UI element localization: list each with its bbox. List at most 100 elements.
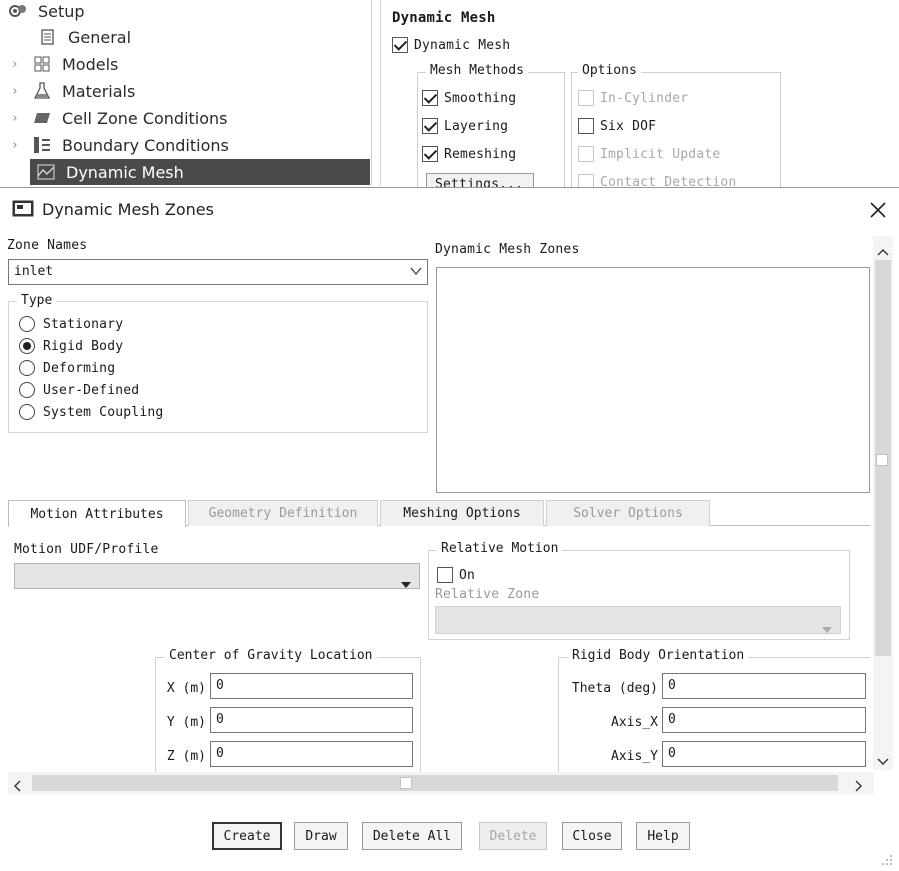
- checkbox-label: Remeshing: [444, 146, 517, 162]
- dynamic-mesh-icon: [34, 163, 58, 181]
- smoothing-checkbox[interactable]: Smoothing: [422, 90, 516, 106]
- radio-stationary[interactable]: Stationary: [19, 316, 123, 332]
- type-group: Type Stationary Rigid Body Deforming Use…: [8, 293, 428, 433]
- tree-item-setup[interactable]: Setup: [0, 0, 370, 24]
- implicit-update-checkbox[interactable]: Implicit Update: [578, 146, 720, 162]
- tree-item-models[interactable]: › Models: [0, 51, 370, 77]
- axis-y-label: Axis_Y: [611, 749, 658, 764]
- checkbox-box[interactable]: [392, 37, 408, 53]
- radio-button[interactable]: [19, 338, 35, 354]
- draw-button[interactable]: Draw: [294, 822, 348, 850]
- radio-user-defined[interactable]: User-Defined: [19, 382, 139, 398]
- close-icon[interactable]: [866, 198, 890, 222]
- checkbox-box[interactable]: [422, 146, 438, 162]
- radio-button[interactable]: [19, 316, 35, 332]
- scroll-down-icon[interactable]: [877, 752, 889, 771]
- tree-item-label: General: [68, 27, 132, 47]
- tree-item-label: Boundary Conditions: [62, 135, 229, 155]
- motion-udf-dropdown[interactable]: [14, 563, 420, 589]
- tab-strip: Motion Attributes Geometry Definition Me…: [8, 500, 870, 527]
- theta-input[interactable]: 0: [662, 673, 866, 699]
- zone-names-label: Zone Names: [7, 238, 88, 253]
- zones-listbox[interactable]: [436, 267, 870, 493]
- tree-item-label: Setup: [38, 1, 85, 21]
- tree-item-label: Cell Zone Conditions: [62, 108, 228, 128]
- horizontal-scrollbar[interactable]: [8, 772, 874, 794]
- tree-item-label: Models: [62, 54, 119, 74]
- relative-motion-group: Relative Motion On Relative Zone: [428, 541, 850, 640]
- checkbox-label: On: [459, 567, 476, 583]
- dialog-button-bar: Create Draw Delete All Delete Close Help: [0, 822, 899, 852]
- delete-button[interactable]: Delete: [479, 822, 547, 850]
- checkbox-box[interactable]: [437, 567, 453, 583]
- cell-zone-icon: [30, 109, 54, 127]
- radio-button[interactable]: [19, 360, 35, 376]
- tab-solver-options[interactable]: Solver Options: [546, 500, 710, 526]
- checkbox-label: Six DOF: [600, 118, 657, 134]
- relative-zone-dropdown[interactable]: [435, 606, 841, 634]
- zone-names-dropdown[interactable]: inlet: [8, 259, 428, 285]
- scrollbar-thumb[interactable]: [32, 775, 838, 791]
- tab-meshing-options[interactable]: Meshing Options: [380, 500, 544, 526]
- tree-item-materials[interactable]: › Materials: [0, 78, 370, 104]
- checkbox-box[interactable]: [422, 118, 438, 134]
- radio-system-coupling[interactable]: System Coupling: [19, 404, 163, 420]
- cog-z-input[interactable]: 0: [210, 741, 413, 767]
- checkbox-label: Implicit Update: [600, 146, 721, 162]
- delete-all-button[interactable]: Delete All: [362, 822, 462, 850]
- close-button[interactable]: Close: [562, 822, 622, 850]
- group-title: Mesh Methods: [426, 63, 528, 78]
- dropdown-arrow-icon: [822, 618, 832, 637]
- radio-deforming[interactable]: Deforming: [19, 360, 115, 376]
- tab-motion-attributes[interactable]: Motion Attributes: [8, 500, 186, 527]
- tree-item-dynamic-mesh[interactable]: Dynamic Mesh: [30, 159, 370, 185]
- checkbox-box[interactable]: [422, 90, 438, 106]
- radio-label: Stationary: [43, 316, 124, 332]
- cog-y-input[interactable]: 0: [210, 707, 413, 733]
- tree-item-cell-zone-conditions[interactable]: › Cell Zone Conditions: [0, 105, 370, 131]
- chevron-right-icon[interactable]: ›: [8, 111, 22, 126]
- dynamic-mesh-checkbox[interactable]: Dynamic Mesh: [392, 37, 510, 53]
- tree-item-general[interactable]: General: [0, 24, 370, 50]
- tab-geometry-definition[interactable]: Geometry Definition: [188, 500, 378, 526]
- in-cylinder-checkbox[interactable]: In-Cylinder: [578, 90, 688, 106]
- relative-zone-label: Relative Zone: [435, 587, 540, 602]
- group-title: Type: [17, 293, 57, 308]
- chevron-down-icon: [409, 264, 423, 282]
- dialog-app-icon: [12, 200, 34, 217]
- help-button[interactable]: Help: [636, 822, 690, 850]
- scrollbar-grip: [876, 454, 888, 466]
- cog-x-input[interactable]: 0: [210, 673, 413, 699]
- six-dof-checkbox[interactable]: Six DOF: [578, 118, 656, 134]
- checkbox-box[interactable]: [578, 118, 594, 134]
- radio-button[interactable]: [19, 404, 35, 420]
- create-button[interactable]: Create: [212, 822, 282, 850]
- relative-motion-on-checkbox[interactable]: On: [437, 567, 475, 583]
- chevron-right-icon[interactable]: ›: [8, 84, 22, 99]
- options-group: Options In-Cylinder Six DOF Implicit Upd…: [571, 63, 781, 192]
- vertical-scrollbar[interactable]: [873, 236, 893, 770]
- radio-button[interactable]: [19, 382, 35, 398]
- checkbox-box[interactable]: [578, 90, 594, 106]
- setup-icon: [6, 2, 30, 20]
- dynamic-mesh-zones-dialog: Dynamic Mesh Zones Zone Names inlet Type…: [0, 187, 899, 871]
- cog-x-label: X (m): [166, 681, 206, 696]
- resize-grip-icon[interactable]: [880, 852, 894, 871]
- axis-x-input[interactable]: 0: [662, 707, 866, 733]
- remeshing-checkbox[interactable]: Remeshing: [422, 146, 516, 162]
- chevron-right-icon[interactable]: ›: [8, 138, 22, 153]
- chevron-right-icon[interactable]: ›: [8, 57, 22, 72]
- layering-checkbox[interactable]: Layering: [422, 118, 508, 134]
- models-icon: [30, 55, 54, 73]
- radio-rigid-body[interactable]: Rigid Body: [19, 338, 123, 354]
- dialog-titlebar[interactable]: Dynamic Mesh Zones: [0, 188, 899, 232]
- scroll-up-icon[interactable]: [877, 242, 889, 261]
- scroll-left-icon[interactable]: [12, 777, 22, 796]
- theta-label: Theta (deg): [571, 681, 658, 696]
- checkbox-box[interactable]: [578, 146, 594, 162]
- tree-item-boundary-conditions[interactable]: › Boundary Conditions: [0, 132, 370, 158]
- radio-label: Deforming: [43, 360, 116, 376]
- axis-y-input[interactable]: 0: [662, 741, 866, 767]
- tree-item-label: Dynamic Mesh: [66, 162, 184, 182]
- scroll-right-icon[interactable]: [854, 777, 864, 796]
